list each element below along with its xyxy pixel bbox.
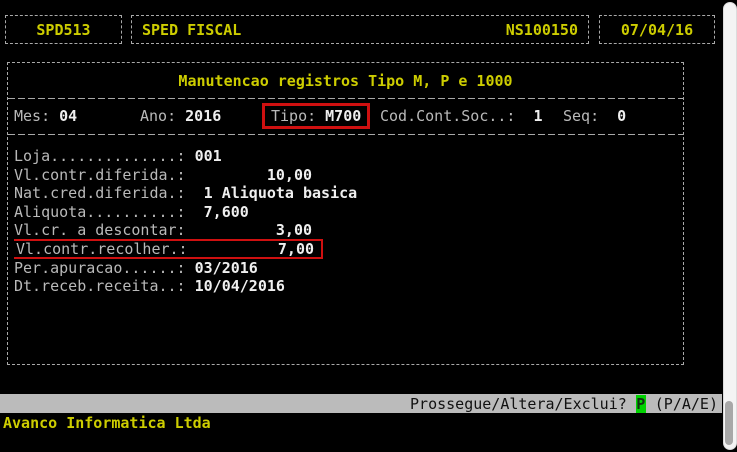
field-tipo-highlight-box: Tipo: M700 [262, 103, 370, 129]
row-label: Vl.contr.diferida.: [14, 166, 186, 184]
row-value: 03/2016 [186, 259, 258, 277]
tipo-value: M700 [325, 107, 361, 125]
record-row-nat-cred: Nat.cred.diferida.: 1 Aliquota basica [14, 184, 679, 203]
app-title: SPED FISCAL [142, 21, 241, 39]
field-mes: Mes: 04 [14, 107, 77, 125]
current-date: 07/04/16 [621, 21, 693, 39]
date-box: 07/04/16 [599, 15, 715, 44]
record-row-loja: Loja..............: 001 [14, 147, 679, 166]
record-row-dt-receb: Dt.receb.receita..: 10/04/2016 [14, 277, 679, 296]
record-row-aliquota: Aliquota..........: 7,600 [14, 203, 679, 222]
ano-label: Ano: [140, 107, 176, 125]
prompt-answer-input[interactable]: P [636, 395, 646, 413]
release-code: NS100150 [506, 21, 578, 39]
record-body: Loja..............: 001 Vl.contr.diferid… [14, 134, 679, 364]
row-value: 7,00 [188, 240, 314, 258]
status-prompt-bar: Prossegue/Altera/Exclui? P (P/A/E) [0, 394, 722, 413]
program-code-box: SPD513 [5, 15, 122, 44]
panel-title: Manutencao registros Tipo M, P e 1000 [178, 72, 512, 90]
record-row-cr-descontar: Vl.cr. a descontar: 3,00 [14, 221, 679, 240]
footer-company: Avanco Informatica Ltda [3, 413, 211, 433]
cod-cont-soc-label: Cod.Cont.Soc..: [380, 107, 515, 125]
row-value: 001 [186, 147, 222, 165]
row-value: 10/04/2016 [186, 277, 285, 295]
row-label: Loja..............: [14, 147, 186, 165]
highlight-box-recolher: Vl.contr.recolher.: 7,00 [14, 239, 323, 259]
row-label: Per.apuracao......: [14, 259, 186, 277]
prompt-options: (P/A/E) [655, 395, 718, 413]
panel-title-bar: Manutencao registros Tipo M, P e 1000 [8, 63, 683, 98]
row-label: Dt.receb.receita..: [14, 277, 186, 295]
row-label: Aliquota..........: [14, 203, 186, 221]
seq-label: Seq: [563, 107, 599, 125]
ano-value: 2016 [185, 107, 221, 125]
row-value: 10,00 [186, 166, 312, 184]
cod-cont-soc-value: 1 [533, 107, 542, 125]
field-cod-cont-soc: Cod.Cont.Soc..: 1 [380, 107, 543, 125]
row-value: 7,600 [186, 203, 249, 221]
row-value: 3,00 [186, 221, 312, 239]
row-label: Vl.cr. a descontar: [14, 221, 186, 239]
row-value: 1 Aliquota basica [186, 184, 358, 202]
record-row-contr-diferida: Vl.contr.diferida.: 10,00 [14, 166, 679, 185]
prompt-question: Prossegue/Altera/Exclui? [410, 395, 627, 413]
mes-label: Mes: [14, 107, 50, 125]
app-title-box: SPED FISCAL NS100150 [131, 15, 589, 44]
scrollbar-track[interactable] [723, 2, 737, 450]
row-label: Vl.contr.recolher.: [16, 240, 188, 258]
seq-value: 0 [617, 107, 626, 125]
program-code: SPD513 [36, 21, 90, 39]
mes-value: 04 [59, 107, 77, 125]
main-panel: Manutencao registros Tipo M, P e 1000 Me… [7, 62, 684, 365]
tipo-label: Tipo: [271, 107, 316, 125]
row-label: Nat.cred.diferida.: [14, 184, 186, 202]
scrollbar-thumb[interactable] [725, 401, 733, 445]
header-fields-row: Mes: 04 Ano: 2016 Tipo: M700 Cod.Cont.Soc..… [8, 98, 683, 134]
field-seq: Seq: 0 [563, 107, 626, 125]
record-row-per-apuracao: Per.apuracao......: 03/2016 [14, 259, 679, 278]
record-row-contr-recolher: Vl.contr.recolher.: 7,00 [14, 240, 679, 259]
field-ano: Ano: 2016 [140, 107, 221, 125]
